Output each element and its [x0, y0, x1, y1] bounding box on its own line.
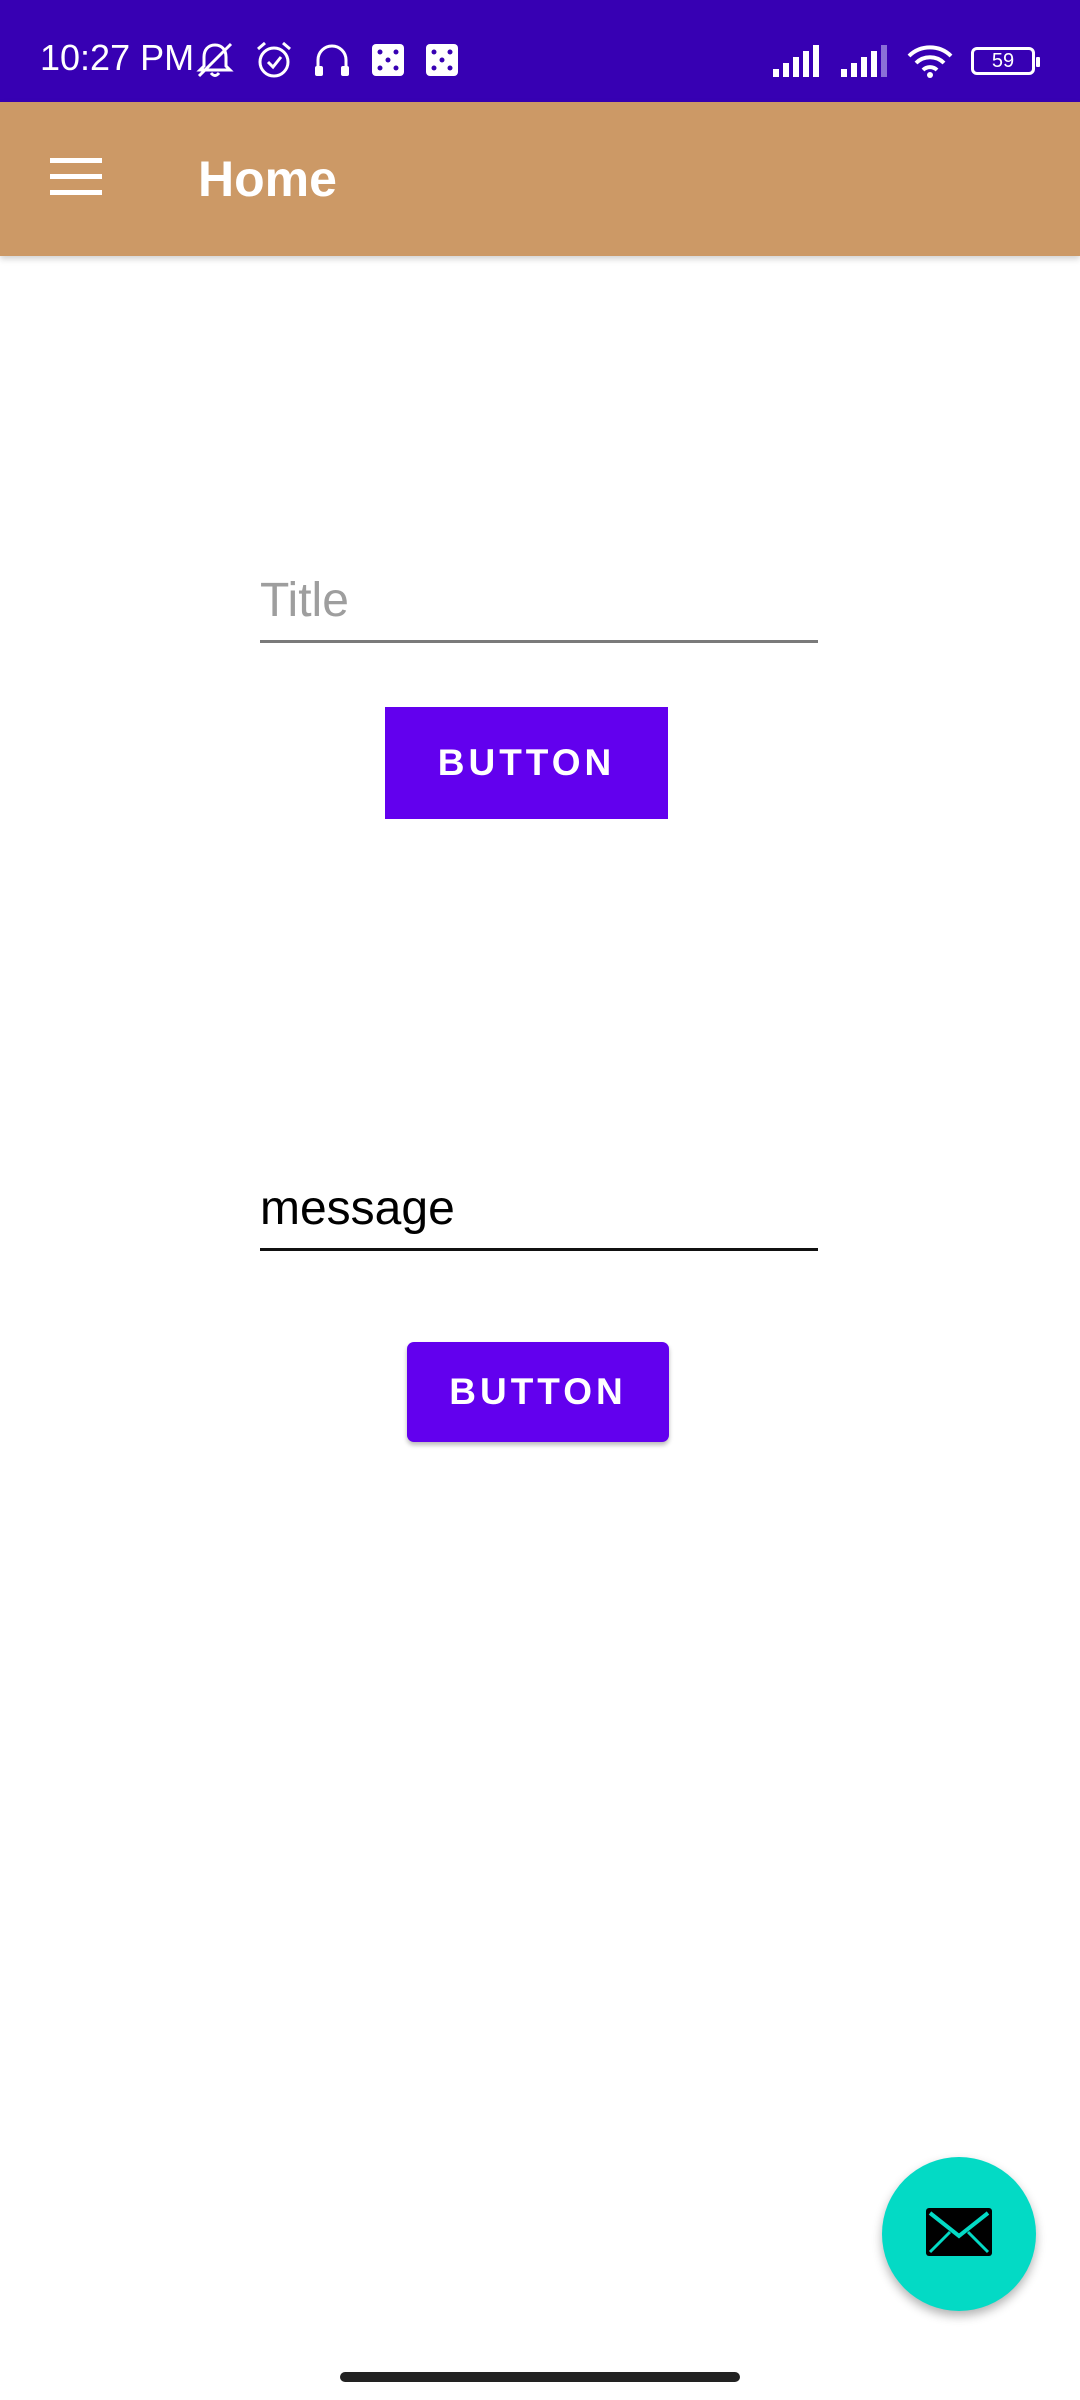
battery-level: 59	[991, 49, 1015, 72]
send-button[interactable]: BUTTON	[407, 1342, 669, 1442]
status-time: 10:27 PM	[40, 37, 195, 78]
primary-button[interactable]: BUTTON	[385, 707, 668, 819]
gesture-navigation-bar[interactable]	[340, 2372, 740, 2382]
status-notification-icons	[194, 40, 460, 80]
status-bar: 10:27 PM 59	[0, 0, 1080, 102]
battery-icon: 59	[971, 47, 1040, 75]
app-notification-icon	[370, 42, 406, 78]
hamburger-menu-button[interactable]	[36, 147, 116, 211]
signal-icon	[839, 45, 889, 77]
wifi-icon	[907, 44, 953, 78]
status-system-icons: 59	[771, 44, 1040, 78]
app-notification-icon	[424, 42, 460, 78]
alarm-icon	[254, 40, 294, 80]
page-title: Home	[198, 151, 337, 207]
signal-icon	[771, 45, 821, 77]
email-fab[interactable]	[882, 2157, 1036, 2311]
email-icon	[926, 2207, 992, 2261]
message-input[interactable]	[260, 1168, 818, 1251]
hamburger-menu-icon	[50, 157, 102, 201]
mute-icon	[194, 40, 236, 80]
title-input[interactable]	[260, 560, 818, 643]
headphones-icon	[312, 40, 352, 80]
app-bar: Home	[0, 102, 1080, 256]
